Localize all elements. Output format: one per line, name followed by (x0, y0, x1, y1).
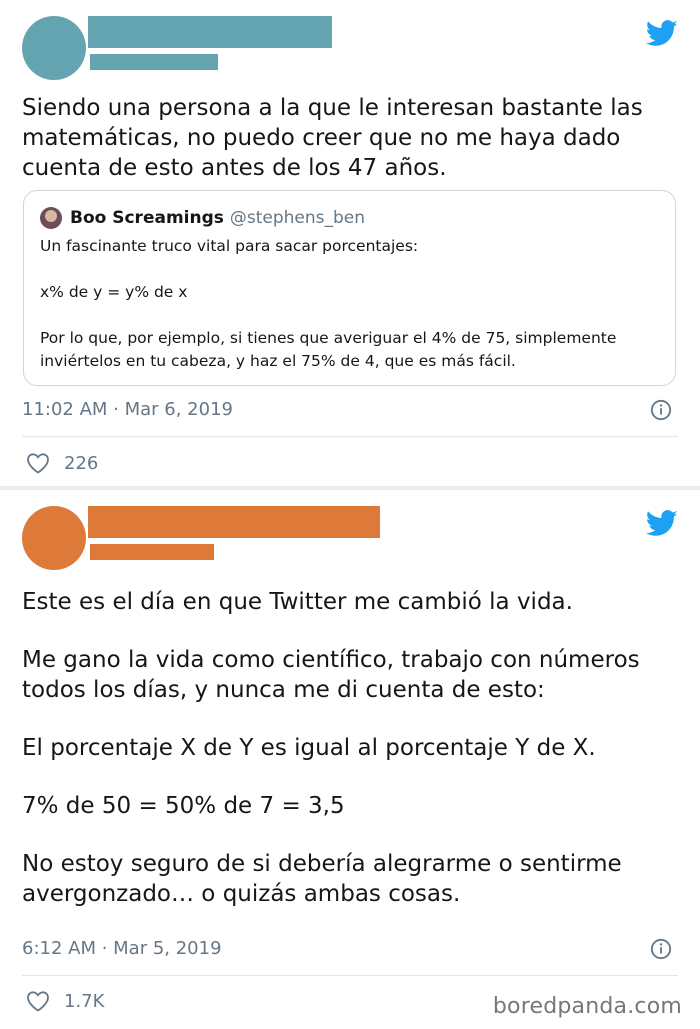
info-icon[interactable] (650, 399, 672, 421)
quoted-text-line: Un fascinante truco vital para sacar por… (40, 237, 419, 255)
twitter-bird-icon[interactable] (646, 510, 678, 537)
tweet-text: Siendo una persona a la que le interesan… (22, 93, 678, 183)
redacted-username (90, 544, 214, 560)
redacted-username (90, 54, 218, 70)
tweet-card-1: Siendo una persona a la que le interesan… (0, 0, 700, 486)
tweet-text-line: Siendo una persona a la que le interesan… (22, 95, 643, 121)
tweet-text-line: cuenta de esto antes de los 47 años. (22, 155, 447, 181)
tweet-text-line: No estoy seguro de si debería alegrarme … (22, 851, 622, 877)
tweet-card-2: Este es el día en que Twitter me cambió … (0, 490, 700, 1029)
heart-icon (27, 453, 49, 474)
tweet-text-line: Este es el día en que Twitter me cambió … (22, 589, 573, 615)
info-icon[interactable] (650, 938, 672, 960)
tweet-text: Este es el día en que Twitter me cambió … (22, 587, 678, 909)
quoted-tweet[interactable]: Boo Screamings @stephens_ben Un fascinan… (23, 190, 676, 386)
like-button[interactable]: 226 (26, 452, 98, 474)
redacted-display-name (88, 16, 332, 48)
avatar[interactable] (22, 506, 86, 570)
quoted-text-line: inviértelos en tu cabeza, y haz el 75% d… (40, 352, 516, 370)
quoted-username: @stephens_ben (229, 208, 366, 228)
tweet-text-line: Me gano la vida como científico, trabajo… (22, 647, 640, 673)
divider (22, 436, 678, 437)
tweet-text-line: todos los días, y nunca me di cuenta de … (22, 677, 545, 703)
quoted-display-name: Boo Screamings (70, 208, 224, 228)
redacted-display-name (88, 506, 380, 538)
tweet-text-line: matemáticas, no puedo creer que no me ha… (22, 125, 621, 151)
divider (22, 975, 678, 976)
tweet-timestamp[interactable]: 11:02 AM · Mar 6, 2019 (22, 399, 233, 420)
quoted-tweet-header: Boo Screamings @stephens_ben (40, 207, 365, 229)
tweet-timestamp[interactable]: 6:12 AM · Mar 5, 2019 (22, 938, 222, 959)
tweet-text-line: El porcentaje X de Y es igual al porcent… (22, 735, 596, 761)
twitter-bird-icon[interactable] (646, 20, 678, 47)
avatar[interactable] (22, 16, 86, 80)
watermark: boredpanda.com (492, 994, 682, 1019)
like-button[interactable]: 1.7K (26, 990, 104, 1012)
tweet-text-line: 7% de 50 = 50% de 7 = 3,5 (22, 793, 345, 819)
like-count: 226 (64, 452, 99, 474)
quoted-text-line: Por lo que, por ejemplo, si tienes que a… (40, 329, 617, 347)
heart-icon (27, 991, 49, 1012)
quoted-text: Un fascinante truco vital para sacar por… (40, 235, 660, 373)
like-count: 1.7K (64, 990, 105, 1012)
quoted-text-line: x% de y = y% de x (40, 283, 188, 301)
tweet-text-line: avergonzado… o quizás ambas cosas. (22, 881, 461, 907)
quoted-avatar (40, 207, 62, 229)
